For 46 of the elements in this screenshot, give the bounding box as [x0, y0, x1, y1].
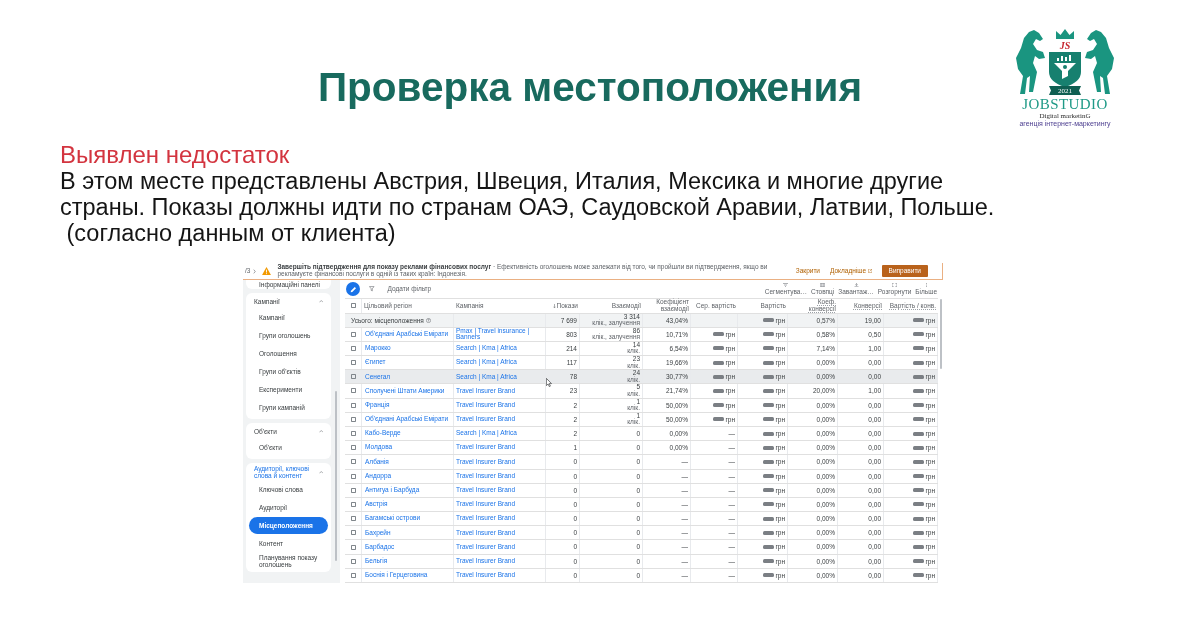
caret-up-icon	[318, 300, 323, 303]
filter-icon[interactable]	[369, 286, 375, 292]
checkbox[interactable]	[350, 360, 356, 366]
checkbox[interactable]	[350, 388, 356, 394]
checkbox[interactable]	[350, 374, 356, 380]
sort-arrow-icon	[552, 303, 556, 309]
checkbox[interactable]	[350, 459, 356, 465]
external-link-icon	[867, 269, 872, 273]
caret-up-icon	[318, 470, 323, 474]
logo-wordmark: JOBSTUDIO	[1022, 97, 1108, 112]
checkbox[interactable]	[350, 345, 356, 351]
horse-icon	[1016, 30, 1045, 94]
caret-up-icon	[318, 430, 323, 433]
issue-heading: Выявлен недостаток	[60, 141, 291, 168]
shield-icon	[1049, 52, 1081, 87]
edit-button[interactable]	[346, 282, 360, 296]
checkbox[interactable]	[350, 487, 356, 493]
checkbox[interactable]	[350, 331, 356, 337]
columns-icon	[820, 282, 826, 287]
checkbox[interactable]	[350, 530, 356, 536]
issue-description: В этом месте представлены Австрия, Швеция, Италия, Мексика и многие другие страны. Показы должны идти по странам ОАЭ, Саудовской Аравии, Латвии, Польше. (согласно данным от клиента)	[60, 168, 996, 246]
checkbox[interactable]	[350, 431, 356, 437]
horse-icon	[1085, 30, 1114, 94]
checkbox[interactable]	[350, 416, 356, 422]
lines-icon	[783, 282, 789, 287]
pencil-icon	[349, 285, 357, 293]
checkbox[interactable]	[350, 572, 356, 578]
expand-icon	[892, 282, 898, 287]
checkbox[interactable]	[350, 402, 356, 408]
help-icon[interactable]	[425, 317, 431, 323]
monogram: JS	[1059, 40, 1071, 51]
checkbox[interactable]	[350, 473, 356, 479]
scrollbar-thumb[interactable]	[939, 299, 942, 369]
scrollbar-thumb[interactable]	[334, 391, 337, 561]
download-icon	[853, 282, 859, 287]
mouse-pointer-icon	[546, 377, 552, 387]
checkbox[interactable]	[350, 303, 356, 309]
checkbox[interactable]	[350, 544, 356, 550]
checkbox[interactable]	[350, 445, 356, 451]
warning-icon	[262, 267, 272, 275]
slide-title: Проверка местоположения	[317, 64, 863, 110]
chevron-right-icon[interactable]	[253, 268, 257, 274]
checkbox[interactable]	[350, 516, 356, 522]
checkbox[interactable]	[350, 558, 356, 564]
crown-icon	[1056, 29, 1074, 39]
checkbox[interactable]	[350, 501, 356, 507]
